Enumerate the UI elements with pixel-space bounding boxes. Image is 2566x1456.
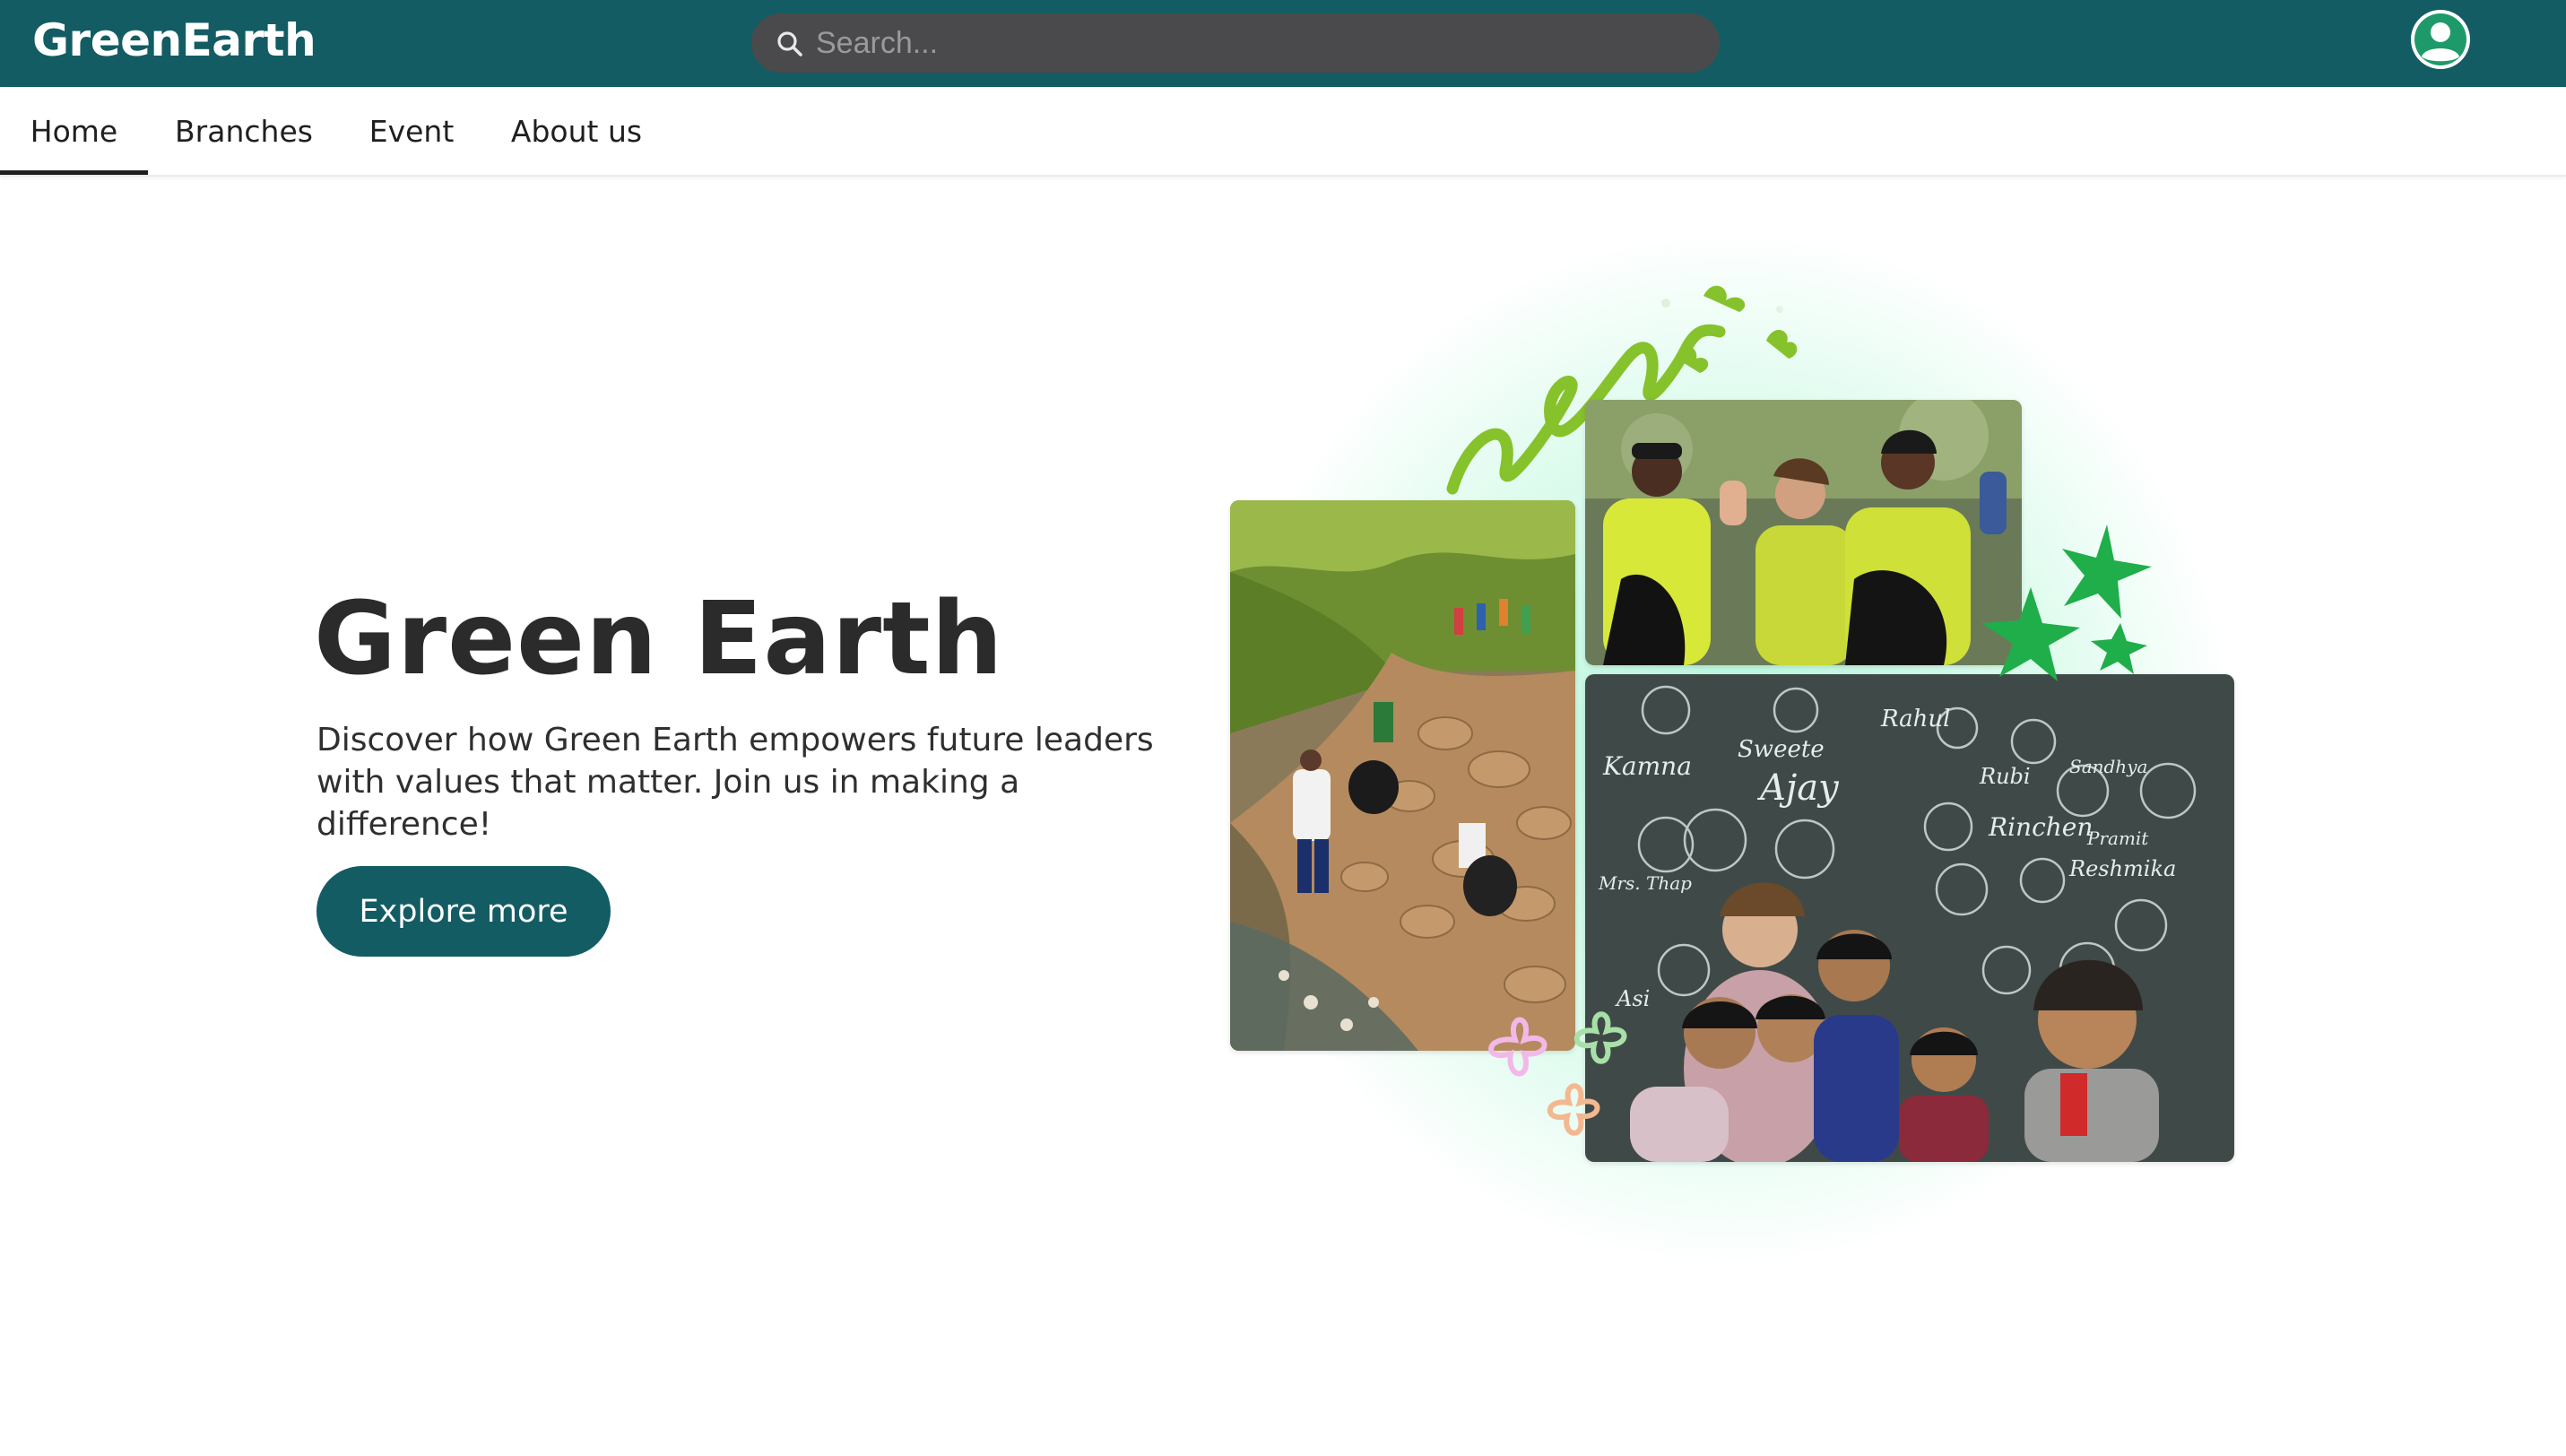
river-cleanup-photo xyxy=(1230,500,1575,1051)
board-name-reshmika: Reshmika xyxy=(2068,856,2176,881)
board-name-sandhya: Sandhya xyxy=(2069,756,2147,777)
top-header: GreenEarth xyxy=(0,0,2566,87)
user-account-icon[interactable] xyxy=(2408,7,2473,72)
tab-about-us[interactable]: About us xyxy=(502,87,651,175)
board-name-ajay: Ajay xyxy=(1756,767,1840,809)
board-name-sweete: Sweete xyxy=(1738,736,1825,763)
flowers-decoration-icon xyxy=(1488,1011,1627,1136)
search-bar[interactable] xyxy=(751,13,1720,73)
brand-logo[interactable]: GreenEarth xyxy=(32,14,316,66)
board-name-kamna: Kamna xyxy=(1602,751,1692,781)
search-icon xyxy=(777,31,802,56)
board-name-pramit: Pramit xyxy=(2086,828,2149,849)
hero-description: Discover how Green Earth empowers future… xyxy=(316,722,1154,843)
explore-more-button[interactable]: Explore more xyxy=(316,866,611,957)
board-name-rinchen: Rinchen xyxy=(1988,812,2093,842)
nav-tabs: Home Branches Event About us xyxy=(0,87,2566,177)
tab-home[interactable]: Home xyxy=(0,87,148,175)
volunteers-photo xyxy=(1585,400,2022,665)
hero-title: Green Earth xyxy=(314,581,1004,698)
search-input[interactable] xyxy=(816,13,1695,73)
board-name-rubi: Rubi xyxy=(1979,764,2031,789)
classroom-blackboard-photo: Kamna Sweete Ajay Rahul Rubi Sandhya Rin… xyxy=(1585,674,2234,1162)
board-name-rahul: Rahul xyxy=(1880,706,1950,732)
stars-decoration-icon xyxy=(1981,524,2152,681)
board-name-mrs-thap: Mrs. Thap xyxy=(1598,872,1692,894)
tab-event[interactable]: Event xyxy=(359,87,464,175)
tab-branches[interactable]: Branches xyxy=(163,87,325,175)
